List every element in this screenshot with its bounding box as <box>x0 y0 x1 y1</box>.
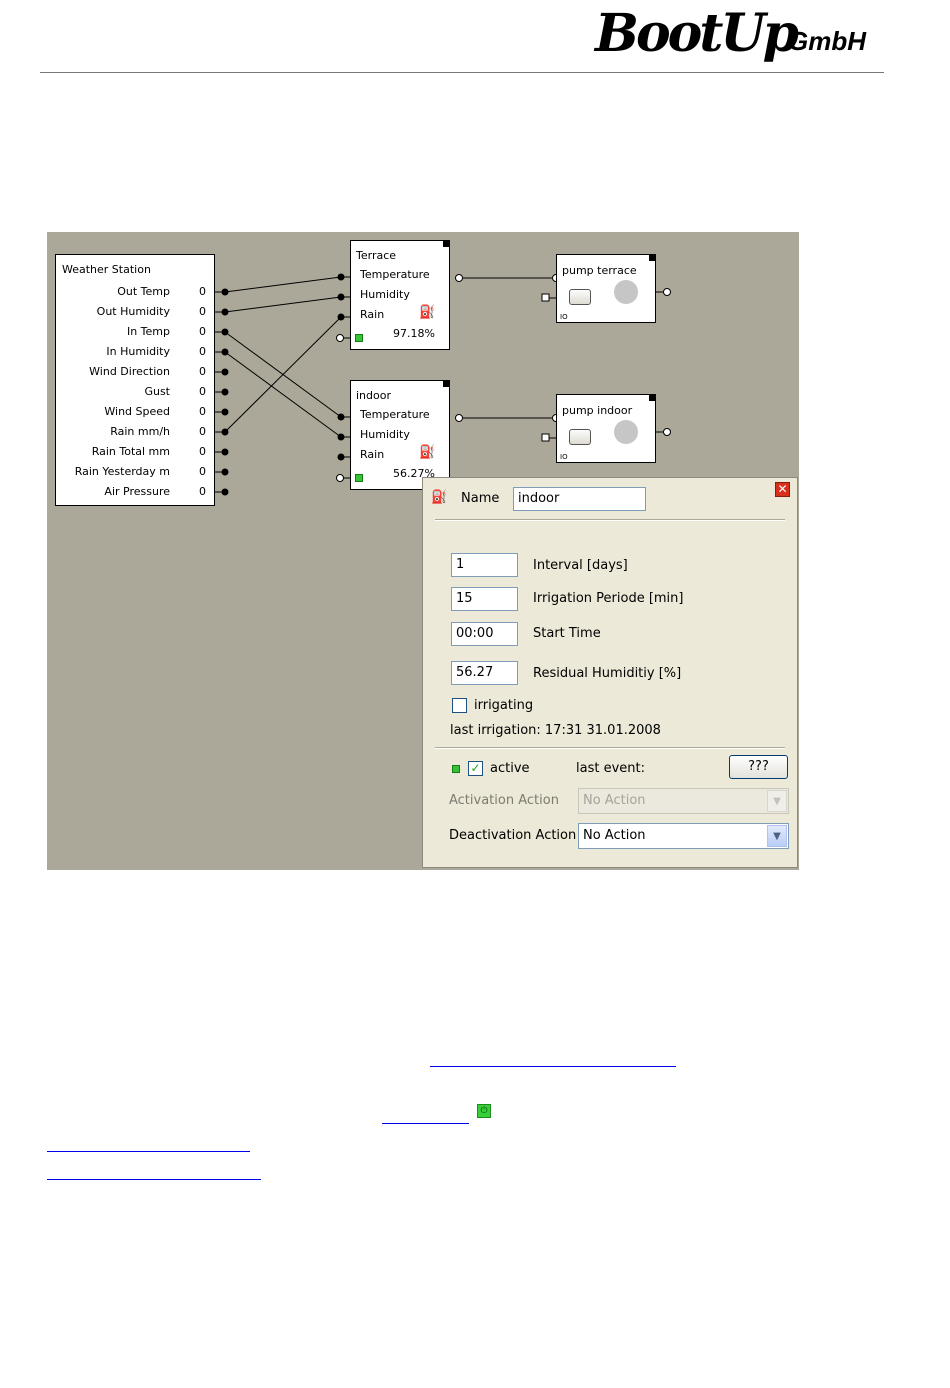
activation-action-label: Activation Action <box>449 793 559 808</box>
output-value: 0 <box>199 345 206 358</box>
block-corner-marker <box>649 395 655 401</box>
io-indicator: IO <box>560 453 568 461</box>
block-corner-marker <box>443 241 449 247</box>
residual-humidity-value: 97.18% <box>393 327 435 340</box>
weather-station-block[interactable]: Weather Station Out Temp 0 Out Humidity … <box>55 254 215 506</box>
irrigating-label: irrigating <box>474 698 534 713</box>
watering-can-icon: ⛽ <box>419 305 436 320</box>
output-label: Air Pressure <box>104 485 170 498</box>
start-time-input[interactable]: 00:00 <box>451 622 518 646</box>
block-corner-marker <box>649 255 655 261</box>
chevron-down-icon: ▼ <box>767 790 787 812</box>
irrigation-block-title: Terrace <box>356 249 397 262</box>
interval-label: Interval [days] <box>533 558 628 573</box>
irrigation-block-title: indoor <box>356 389 391 402</box>
output-label: In Humidity <box>106 345 170 358</box>
pump-status-lamp <box>614 420 638 444</box>
irrigation-period-label: Irrigation Periode [min] <box>533 591 684 606</box>
weather-station-title: Weather Station <box>62 263 151 276</box>
interval-input[interactable]: 1 <box>451 553 518 577</box>
output-value: 0 <box>199 365 206 378</box>
document-link[interactable] <box>430 1066 676 1067</box>
residual-humidity-input[interactable]: 56.27 <box>451 661 518 685</box>
deactivation-action-label: Deactivation Action <box>449 828 577 843</box>
input-label: Humidity <box>360 428 410 441</box>
active-label: active <box>490 761 530 776</box>
output-value: 0 <box>199 305 206 318</box>
pump-toggle-button[interactable] <box>569 429 591 445</box>
dialog-divider <box>435 519 785 521</box>
pump-block-terrace[interactable]: pump terrace IO <box>556 254 656 323</box>
deactivation-action-select[interactable]: No Action ▼ <box>578 823 789 849</box>
pump-toggle-button[interactable] <box>569 289 591 305</box>
output-label: Rain mm/h <box>110 425 170 438</box>
irrigation-properties-dialog[interactable]: ⛽ Name indoor ✕ 1 Interval [days] 15 Irr… <box>422 477 798 868</box>
document-link[interactable] <box>47 1151 250 1152</box>
last-event-label: last event: <box>576 761 645 776</box>
input-label: Temperature <box>360 408 430 421</box>
watering-can-icon: ⛽ <box>419 445 436 460</box>
company-logo: BootUp <box>595 3 799 64</box>
irrigation-block-indoor[interactable]: indoor Temperature Humidity Rain ⛽ 56.27… <box>350 380 450 490</box>
power-icon: ⏻ <box>477 1104 491 1118</box>
header-divider <box>40 72 884 73</box>
output-value: 0 <box>199 465 206 478</box>
activation-action-value: No Action <box>583 793 646 808</box>
start-time-label: Start Time <box>533 626 601 641</box>
output-value: 0 <box>199 405 206 418</box>
document-link[interactable] <box>47 1179 261 1180</box>
name-input[interactable]: indoor <box>513 487 646 511</box>
input-label: Humidity <box>360 288 410 301</box>
company-logo-suffix: GmbH <box>788 26 866 56</box>
activation-action-select: No Action ▼ <box>578 788 789 814</box>
output-label: Wind Speed <box>104 405 170 418</box>
watering-can-icon: ⛽ <box>431 490 448 505</box>
output-value: 0 <box>199 425 206 438</box>
output-label: Out Humidity <box>96 305 170 318</box>
pump-status-lamp <box>614 280 638 304</box>
residual-humidity-label: Residual Humiditiy [%] <box>533 666 682 681</box>
output-label: Gust <box>144 385 170 398</box>
status-ok-icon <box>355 334 363 342</box>
deactivation-action-value: No Action <box>583 828 646 843</box>
document-link[interactable] <box>382 1123 469 1124</box>
output-label: Rain Total mm <box>91 445 170 458</box>
output-label: Out Temp <box>117 285 170 298</box>
dialog-divider <box>435 747 785 749</box>
active-checkbox[interactable]: ✓ <box>468 761 483 776</box>
last-event-button[interactable]: ??? <box>729 755 788 779</box>
pump-title: pump terrace <box>562 264 637 277</box>
pump-block-indoor[interactable]: pump indoor IO <box>556 394 656 463</box>
output-value: 0 <box>199 285 206 298</box>
output-label: Wind Direction <box>89 365 170 378</box>
output-value: 0 <box>199 485 206 498</box>
input-label: Rain <box>360 308 385 321</box>
close-icon[interactable]: ✕ <box>775 482 790 497</box>
name-label: Name <box>461 491 500 506</box>
status-ok-icon <box>355 474 363 482</box>
output-value: 0 <box>199 325 206 338</box>
input-label: Temperature <box>360 268 430 281</box>
output-value: 0 <box>199 385 206 398</box>
output-value: 0 <box>199 445 206 458</box>
chevron-down-icon[interactable]: ▼ <box>767 825 787 847</box>
output-label: In Temp <box>126 325 170 338</box>
irrigation-period-input[interactable]: 15 <box>451 587 518 611</box>
output-label: Rain Yesterday m <box>74 465 170 478</box>
input-label: Rain <box>360 448 385 461</box>
irrigation-block-terrace[interactable]: Terrace Temperature Humidity Rain ⛽ 97.1… <box>350 240 450 350</box>
block-corner-marker <box>443 381 449 387</box>
io-indicator: IO <box>560 313 568 321</box>
pump-title: pump indoor <box>562 404 633 417</box>
status-ok-icon <box>452 765 460 773</box>
irrigating-checkbox[interactable] <box>452 698 467 713</box>
last-irrigation-text: last irrigation: 17:31 31.01.2008 <box>450 723 661 738</box>
